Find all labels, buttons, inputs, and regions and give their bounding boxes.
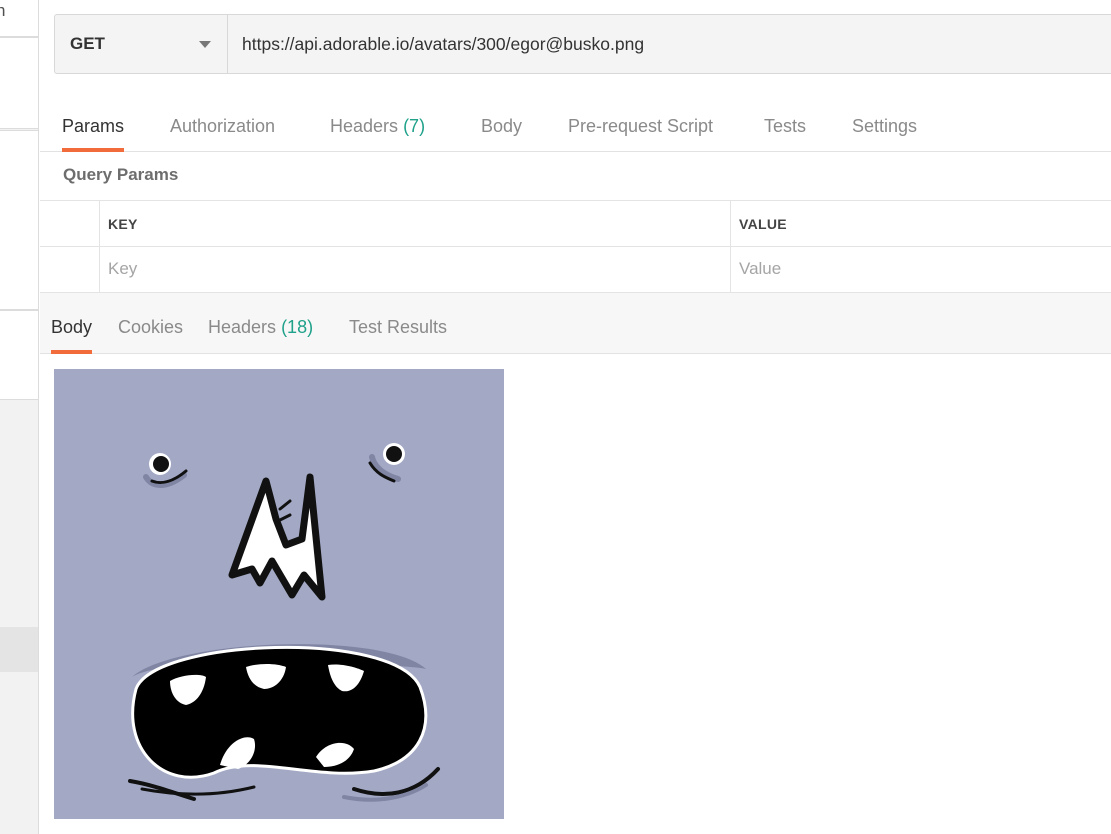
tab-response-cookies[interactable]: Cookies: [118, 293, 183, 353]
tab-headers[interactable]: Headers (7): [330, 104, 425, 151]
key-cell: [100, 247, 731, 293]
sidebar-item-selected[interactable]: [0, 627, 38, 672]
response-tabs: Body Cookies Headers (18) Test Results: [40, 293, 1111, 354]
sidebar-panel[interactable]: [0, 130, 38, 310]
tab-response-headers-count: (18): [281, 317, 314, 337]
value-cell: [731, 247, 1111, 293]
tab-response-body[interactable]: Body: [51, 293, 93, 354]
request-tabs: Params Authorization Headers (7) Body Pr…: [40, 104, 1111, 152]
sidebar-panel[interactable]: [0, 310, 38, 400]
url-input[interactable]: https://api.adorable.io/avatars/300/egor…: [228, 15, 1111, 73]
tab-response-headers[interactable]: Headers (18): [208, 293, 313, 353]
row-check-cell: [40, 247, 100, 293]
tab-params-label: Params: [62, 116, 125, 136]
tab-response-headers-label: Headers: [208, 317, 277, 337]
sidebar: n: [0, 0, 39, 834]
tab-authorization-label: Authorization: [170, 116, 276, 136]
tab-response-body-label: Body: [51, 317, 93, 337]
tab-authorization[interactable]: Authorization: [170, 104, 275, 151]
method-label: GET: [70, 34, 105, 53]
app-window: n GET https://api.adorable.io/avatars/30…: [0, 0, 1111, 834]
tab-tests[interactable]: Tests: [764, 104, 806, 151]
method-select[interactable]: GET: [55, 15, 228, 73]
tab-tests-label: Tests: [764, 116, 807, 136]
key-input[interactable]: [108, 247, 730, 291]
response-image-avatar: [54, 369, 504, 819]
column-header-key: KEY: [100, 201, 731, 247]
request-editor: GET https://api.adorable.io/avatars/300/…: [40, 0, 1111, 834]
tab-response-test-results[interactable]: Test Results: [349, 293, 447, 353]
tab-settings[interactable]: Settings: [852, 104, 917, 151]
sidebar-panel[interactable]: [0, 37, 38, 129]
right-eye: [368, 443, 405, 483]
table-row: [40, 247, 1111, 293]
tab-pre-request-script[interactable]: Pre-request Script: [568, 104, 713, 151]
left-eye: [143, 453, 188, 488]
sidebar-panel: n: [0, 0, 38, 37]
value-input[interactable]: [739, 247, 1111, 291]
tab-headers-label: Headers: [330, 116, 399, 136]
column-header-value: VALUE: [739, 216, 787, 232]
tab-settings-label: Settings: [852, 116, 918, 136]
tab-headers-count: (7): [403, 116, 426, 136]
sidebar-clipped-text: n: [0, 1, 6, 20]
query-params-title: Query Params: [63, 165, 179, 184]
tab-body-label: Body: [481, 116, 523, 136]
request-bar: GET https://api.adorable.io/avatars/300/…: [54, 14, 1111, 74]
mouth: [131, 645, 428, 779]
table-header-check-cell: [40, 201, 100, 247]
query-params-table: KEY VALUE: [40, 200, 1111, 293]
sidebar-panel: [0, 400, 38, 627]
url-text: https://api.adorable.io/avatars/300/egor…: [242, 33, 645, 54]
tab-response-test-results-label: Test Results: [349, 317, 448, 337]
tab-response-cookies-label: Cookies: [118, 317, 184, 337]
nose: [228, 473, 326, 601]
avatar-face-icon: [128, 443, 440, 802]
tab-body[interactable]: Body: [481, 104, 522, 151]
table-header-row: KEY VALUE: [40, 201, 1111, 247]
tab-params[interactable]: Params: [62, 104, 125, 152]
tab-pre-request-script-label: Pre-request Script: [568, 116, 714, 136]
sidebar-panel: [0, 672, 38, 834]
chevron-down-icon: [199, 41, 211, 48]
